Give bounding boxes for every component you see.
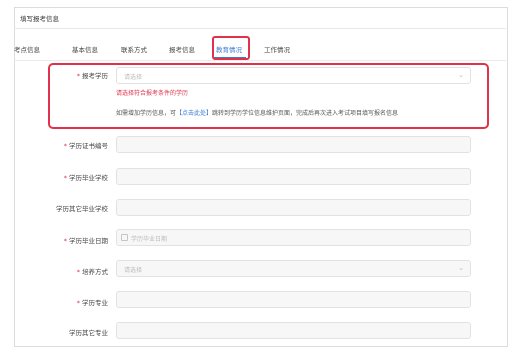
grad-date-label: * 学历毕业日期 bbox=[63, 237, 108, 245]
grad-school-input[interactable] bbox=[116, 168, 471, 185]
edu-hint: 如需增加学历信息，可【点击此处】跳转到学历学位信息维护页面，完成后再次进入考试项… bbox=[116, 110, 399, 117]
training-mode-select[interactable]: 请选择 ⌄ bbox=[116, 260, 471, 277]
edu-level-label: * 报考学历 bbox=[76, 72, 108, 80]
title-divider bbox=[14, 28, 506, 29]
tab-contact[interactable]: 联系方式 bbox=[121, 44, 147, 54]
major-input[interactable] bbox=[116, 291, 471, 308]
training-mode-label: * 培养方式 bbox=[76, 268, 108, 276]
tab-work[interactable]: 工作情况 bbox=[264, 44, 290, 54]
edit-edu-link[interactable]: 【点击此处】 bbox=[176, 110, 212, 117]
edu-level-error: 请选择符合报考条件的学历 bbox=[116, 90, 189, 97]
cert-no-label: * 学历证书编号 bbox=[63, 142, 108, 150]
tab-exam-site[interactable]: 考点信息 bbox=[14, 44, 40, 54]
other-major-input[interactable] bbox=[116, 322, 471, 339]
required-mark: * bbox=[76, 72, 80, 80]
chevron-down-icon: ⌄ bbox=[458, 264, 464, 272]
grad-school-label: * 学历毕业学校 bbox=[63, 174, 108, 182]
major-label: * 学历专业 bbox=[76, 299, 108, 307]
other-school-input[interactable] bbox=[116, 199, 471, 216]
training-mode-placeholder: 请选择 bbox=[124, 267, 143, 274]
active-tab-indicator bbox=[214, 57, 246, 58]
cert-no-input[interactable] bbox=[116, 136, 471, 153]
grad-date-placeholder: 学历毕业日期 bbox=[131, 236, 168, 243]
other-school-label: 学历其它毕业学校 bbox=[56, 205, 108, 213]
edu-level-placeholder: 请选择 bbox=[124, 74, 143, 81]
edu-level-select[interactable]: 请选择 ⌄ bbox=[116, 67, 471, 84]
tab-basic-info[interactable]: 基本信息 bbox=[72, 44, 98, 54]
tabs-divider bbox=[14, 60, 506, 61]
chevron-down-icon: ⌄ bbox=[458, 71, 464, 79]
calendar-icon bbox=[121, 234, 128, 241]
tab-apply-info[interactable]: 报考信息 bbox=[169, 44, 195, 54]
grad-date-picker[interactable]: 学历毕业日期 bbox=[116, 229, 471, 246]
other-major-label: 学历其它专业 bbox=[69, 329, 108, 337]
page-title: 填写报考信息 bbox=[20, 15, 59, 23]
